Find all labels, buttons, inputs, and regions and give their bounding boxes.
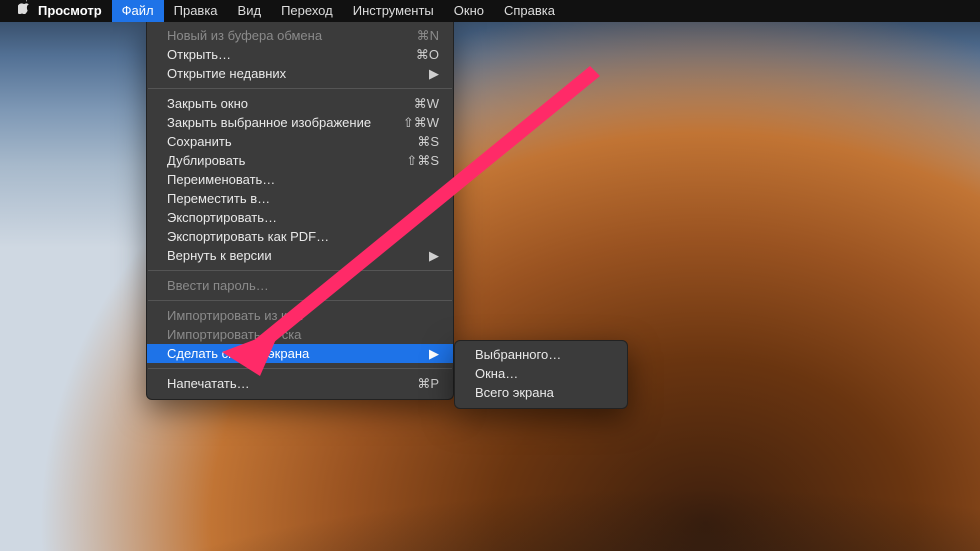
- chevron-right-icon: ▶: [427, 344, 439, 363]
- submenu-item[interactable]: Окна…: [455, 364, 627, 383]
- menu-item-label: Дублировать: [167, 151, 394, 170]
- submenu-item-label: Окна…: [475, 364, 518, 383]
- menu-item-label: Сделать снимок экрана: [167, 344, 415, 363]
- menu-item[interactable]: Вернуть к версии ▶: [147, 246, 453, 265]
- menu-item-label: Закрыть окно: [167, 94, 402, 113]
- menu-item-label: Импортировать со ска: [167, 325, 439, 344]
- apple-menu[interactable]: [8, 0, 28, 22]
- menu-item-shortcut: ⇧⌘W: [403, 113, 439, 132]
- menubar-item-file[interactable]: Файл: [112, 0, 164, 22]
- menubar-item-go[interactable]: Переход: [271, 0, 343, 22]
- menubar-item-help[interactable]: Справка: [494, 0, 565, 22]
- menu-item[interactable]: Экспортировать как PDF…: [147, 227, 453, 246]
- menu-item-label: Открытие недавних: [167, 64, 415, 83]
- menu-item-label: Закрыть выбранное изображение: [167, 113, 391, 132]
- menu-item[interactable]: Открытие недавних ▶: [147, 64, 453, 83]
- menu-item-shortcut: ⌘O: [416, 45, 439, 64]
- menu-item-label: Импортировать из кам: [167, 306, 439, 325]
- menu-item-label: Напечатать…: [167, 374, 405, 393]
- menu-separator: [148, 88, 452, 89]
- menu-item[interactable]: Напечатать… ⌘P: [147, 374, 453, 393]
- menu-item-label: Вернуть к версии: [167, 246, 415, 265]
- menubar-item-window[interactable]: Окно: [444, 0, 494, 22]
- menu-item-shortcut: ⌘N: [417, 26, 439, 45]
- menu-item-label: Новый из буфера обмена: [167, 26, 405, 45]
- menu-item: Новый из буфера обмена ⌘N: [147, 26, 453, 45]
- menu-item-shortcut: ⌘P: [417, 374, 439, 393]
- menu-item[interactable]: Переименовать…: [147, 170, 453, 189]
- menu-item: Импортировать со ска: [147, 325, 453, 344]
- menu-item: Импортировать из кам: [147, 306, 453, 325]
- menu-item[interactable]: Дублировать ⇧⌘S: [147, 151, 453, 170]
- menubar: Просмотр Файл Правка Вид Переход Инструм…: [0, 0, 980, 22]
- menu-item[interactable]: Закрыть окно ⌘W: [147, 94, 453, 113]
- menu-item: Ввести пароль…: [147, 276, 453, 295]
- menu-item-shortcut: ⇧⌘S: [406, 151, 439, 170]
- menu-item-label: Переименовать…: [167, 170, 439, 189]
- screenshot-submenu: Выбранного…Окна…Всего экрана: [454, 340, 628, 409]
- menubar-app-name[interactable]: Просмотр: [28, 0, 112, 22]
- menu-item[interactable]: Открыть… ⌘O: [147, 45, 453, 64]
- menu-item-label: Переместить в…: [167, 189, 439, 208]
- menu-item-label: Экспортировать…: [167, 208, 439, 227]
- chevron-right-icon: ▶: [427, 246, 439, 265]
- submenu-item[interactable]: Всего экрана: [455, 383, 627, 402]
- submenu-item-label: Всего экрана: [475, 383, 554, 402]
- menu-item-label: Сохранить: [167, 132, 405, 151]
- menu-separator: [148, 270, 452, 271]
- file-menu: Новый из буфера обмена ⌘N Открыть… ⌘OОткрыт…: [146, 22, 454, 400]
- menu-item[interactable]: Сохранить ⌘S: [147, 132, 453, 151]
- menu-item[interactable]: Закрыть выбранное изображение ⇧⌘W: [147, 113, 453, 132]
- chevron-right-icon: ▶: [427, 64, 439, 83]
- menu-item-label: Экспортировать как PDF…: [167, 227, 439, 246]
- menu-item-label: Ввести пароль…: [167, 276, 439, 295]
- menu-item-label: Открыть…: [167, 45, 404, 64]
- menu-item-shortcut: ⌘S: [417, 132, 439, 151]
- menu-separator: [148, 300, 452, 301]
- menu-separator: [148, 368, 452, 369]
- menu-item[interactable]: Экспортировать…: [147, 208, 453, 227]
- menubar-item-tools[interactable]: Инструменты: [343, 0, 444, 22]
- menu-item[interactable]: Переместить в…: [147, 189, 453, 208]
- menu-item[interactable]: Сделать снимок экрана ▶: [147, 344, 453, 363]
- menubar-item-edit[interactable]: Правка: [164, 0, 228, 22]
- submenu-item-label: Выбранного…: [475, 345, 561, 364]
- menu-item-shortcut: ⌘W: [414, 94, 439, 113]
- submenu-item[interactable]: Выбранного…: [455, 345, 627, 364]
- menubar-item-view[interactable]: Вид: [228, 0, 272, 22]
